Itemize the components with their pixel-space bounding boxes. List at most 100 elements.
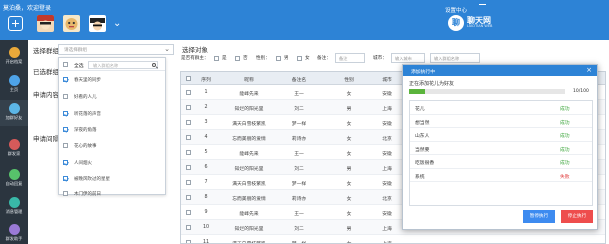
chevron-down-icon: ⌄ [164,45,170,53]
result-name: 系统 [415,174,425,180]
result-list: 花儿 成功 想当然 成功 山东人 成功 当然要 成功 吃饭很香 成功 系统 失败 [409,100,593,206]
table-cell: 知烂的阳光里 [234,227,264,232]
option-checkbox[interactable] [63,191,68,196]
table-cell: 安徽 [382,122,392,127]
row-checkbox[interactable] [186,105,191,110]
row-checkbox[interactable] [186,240,191,243]
result-row: 想当然 成功 [410,115,592,128]
row-checkbox[interactable] [186,225,191,230]
table-cell: 上海 [382,167,392,172]
option-label: 花心的故事 [74,143,97,149]
option-checkbox[interactable] [63,127,68,132]
option-checkbox[interactable] [63,111,68,116]
gender-female-checkbox[interactable] [297,55,302,61]
result-row: 花儿 成功 [410,101,592,115]
group-option[interactable]: 木门伊的前日 [59,186,165,201]
nav-item-auto-reply[interactable]: 自动回复 [0,166,28,192]
nav-item-add-friends[interactable]: 加群好友 [0,100,28,126]
settings-link[interactable]: 设置中心 [445,6,467,14]
table-cell: 能峰先来 [239,152,259,157]
chevron-down-icon[interactable]: ⌄ [113,18,121,29]
stop-button[interactable]: 停止执行 [561,210,593,223]
select-all-label: 全选 [74,64,84,69]
table-cell: 忘而美丽的爱情 [232,137,266,142]
group-select[interactable]: 请选择群组 ⌄ [58,44,174,55]
column-header: 城市 [382,77,392,83]
avatar[interactable] [63,15,80,32]
nav-item-group-helper[interactable]: 群发助手 [0,221,28,244]
row-checkbox[interactable] [186,165,191,170]
option-checkbox[interactable] [63,176,68,181]
has-owner-no-checkbox[interactable] [235,55,240,61]
group-search-input[interactable]: 输入群组名称 [88,61,158,69]
group-name-filter-input[interactable]: 输入群组名称 [430,53,480,63]
pause-button[interactable]: 暂停执行 [523,210,555,223]
has-owner-yes-checkbox[interactable] [214,55,219,61]
city-filter-input[interactable]: 输入城市 [391,53,425,63]
table-cell: 莉诗亦 [291,137,307,142]
result-name: 山东人 [415,134,430,140]
table-cell: 8 [204,195,208,200]
nav-item-messages[interactable]: 消息管理 [0,194,28,220]
option-checkbox[interactable] [63,77,68,82]
group-option[interactable]: 深夜的角落 [59,122,165,137]
progress-bar-fill [409,89,425,94]
has-owner-label: 是否有群主： [181,56,209,61]
close-icon[interactable]: × [586,65,592,76]
nav-label: 自动回复 [5,181,23,186]
row-checkbox[interactable] [186,135,191,140]
table-cell: 忘而美丽的爱情 [232,197,266,202]
nav-item-mass-send[interactable]: 群发家 [0,136,28,162]
group-option[interactable]: 听花落的声音 [59,106,165,121]
search-icon[interactable] [151,62,156,67]
remark-filter-input[interactable]: 备注 [335,53,365,63]
row-checkbox[interactable] [186,90,191,95]
group-option[interactable]: 人间烟火 [59,155,165,170]
apply-interval-label: 申请间隔 [33,135,59,143]
table-cell: 刘二 [294,167,304,172]
option-label: 木门伊的前日 [74,191,101,197]
avatar[interactable] [37,15,54,32]
option-checkbox[interactable] [63,94,68,99]
row-checkbox[interactable] [186,210,191,215]
select-all-checkbox[interactable] [63,62,68,67]
table-cell: 上海 [382,227,392,232]
table-cell: 安徽 [382,212,392,217]
column-header: 备注名 [291,77,307,83]
gender-female-label: 女 [305,56,310,61]
welcome-title: 莫泊桑，欢迎登录 [3,5,52,12]
table-cell: 女 [346,212,352,217]
row-checkbox[interactable] [186,180,191,185]
option-checkbox[interactable] [63,143,68,148]
row-checkbox[interactable] [186,120,191,125]
table-cell: 满天白雪枝繁凯 [232,122,266,127]
table-row[interactable]: 11 满天白雪枝繁凯 梦一样 女 上海 [181,235,605,243]
table-cell: 11 [202,240,210,243]
title-bar: 莫泊桑，欢迎登录 ⌄ 设置中心 聊 聊天网 LIAOTIAN WEB [0,0,609,40]
nav-item-home[interactable]: 主页 [0,72,28,98]
add-account-icon[interactable] [8,16,23,31]
dropdown-header: 全选 输入群组名称 [59,58,165,71]
avatar[interactable] [89,15,106,32]
option-checkbox[interactable] [63,160,68,165]
group-option[interactable]: 好看的人儿 [59,89,165,104]
table-cell: 梦一样 [284,240,314,243]
table-cell: 男 [346,227,352,232]
minimize-icon[interactable] [478,1,487,8]
result-status: 失败 [560,174,570,180]
table-cell: 1 [204,90,208,95]
row-checkbox[interactable] [186,195,191,200]
select-all-rows-checkbox[interactable] [186,76,191,81]
group-option[interactable]: 春天里的同步 [59,72,165,87]
nav-item-archive[interactable]: 开启档案 [0,44,28,70]
group-option[interactable]: 花心的故事 [59,138,165,153]
result-row: 当然要 成功 [410,142,592,155]
avatar-strip: ⌄ [8,15,121,32]
row-checkbox[interactable] [186,150,191,155]
group-option[interactable]: 被晚风吹过的星星 [59,171,165,186]
gender-male-checkbox[interactable] [276,55,281,61]
group-dropdown: 全选 输入群组名称 春天里的同步 好看的人儿 听花落的声音 深夜的角落 花心的故… [58,57,166,197]
table-cell: 女 [346,182,352,187]
archive-icon [8,47,20,58]
left-navigation: 开启档案 主页 加群好友 群发家 自动回复 消息管理 群发助手 [0,40,28,244]
